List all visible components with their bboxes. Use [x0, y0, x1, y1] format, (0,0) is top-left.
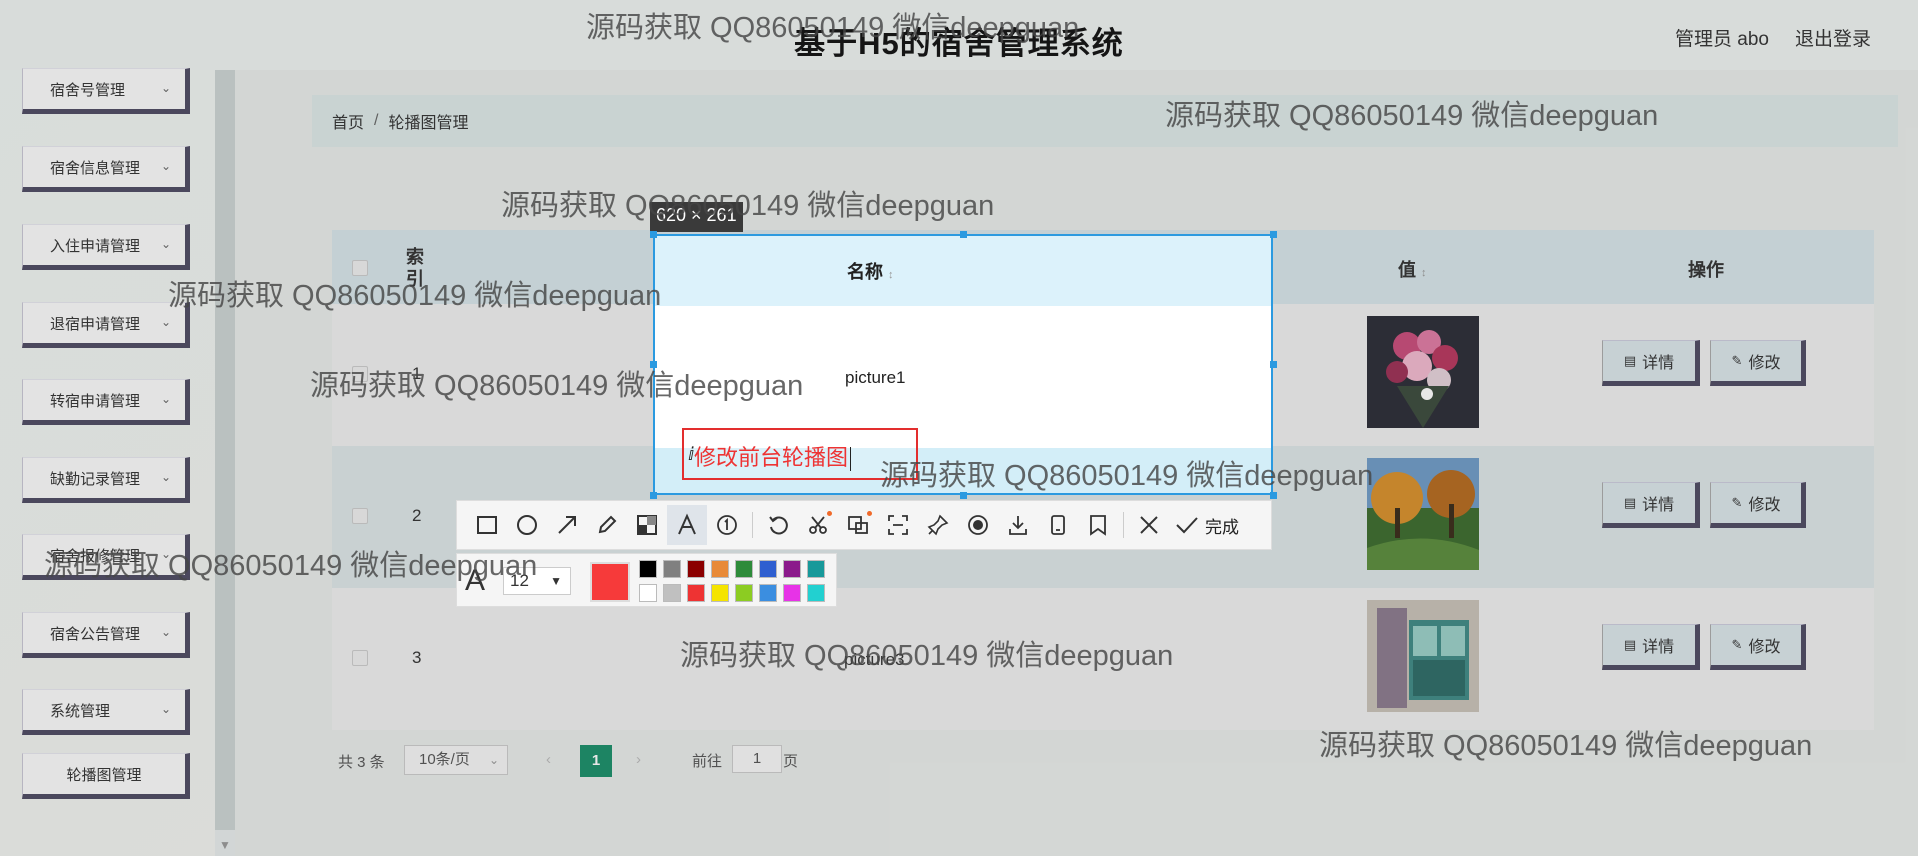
resize-handle[interactable]: [1270, 361, 1277, 368]
toolbar-divider: [1123, 512, 1124, 538]
resize-handle[interactable]: [1270, 231, 1277, 238]
sort-icon[interactable]: ↕: [888, 269, 894, 281]
color-swatch[interactable]: [639, 584, 657, 602]
close-icon[interactable]: [1129, 505, 1169, 545]
watermark: 源码获取 QQ86050149 微信deepguan: [880, 460, 1374, 492]
color-swatch[interactable]: [759, 560, 777, 578]
watermark: 源码获取 QQ86050149 微信deepguan: [310, 370, 804, 402]
text-tool-icon[interactable]: [667, 505, 707, 545]
capture-table-header: 名称 ↕: [655, 236, 1271, 306]
arrow-tool-icon[interactable]: [547, 505, 587, 545]
color-swatch[interactable]: [735, 584, 753, 602]
done-label: 完成: [1205, 517, 1239, 537]
header-name-label: 名称: [847, 262, 883, 282]
color-swatch[interactable]: [711, 560, 729, 578]
color-swatch[interactable]: [663, 560, 681, 578]
color-swatch[interactable]: [687, 560, 705, 578]
cut-icon[interactable]: [798, 505, 838, 545]
rectangle-tool-icon[interactable]: [467, 505, 507, 545]
watermark: 源码获取 QQ86050149 微信deepguan: [44, 550, 538, 582]
caret-down-icon: ▼: [550, 574, 562, 588]
watermark: 源码获取 QQ86050149 微信deepguan: [1165, 100, 1659, 132]
ellipse-tool-icon[interactable]: [507, 505, 547, 545]
watermark: 源码获取 QQ86050149 微信deepguan: [1319, 730, 1813, 762]
color-swatch[interactable]: [783, 560, 801, 578]
text-cursor-icon: ⅈ: [688, 444, 695, 464]
resize-handle[interactable]: [650, 231, 657, 238]
download-icon[interactable]: [998, 505, 1038, 545]
bookmark-icon[interactable]: [1078, 505, 1118, 545]
color-swatch[interactable]: [663, 584, 681, 602]
color-swatch[interactable]: [687, 584, 705, 602]
color-swatch[interactable]: [735, 560, 753, 578]
watermark: 源码获取 QQ86050149 微信deepguan: [168, 280, 662, 312]
mosaic-tool-icon[interactable]: [627, 505, 667, 545]
row-name: picture1: [845, 368, 906, 387]
ocr-icon[interactable]: [838, 505, 878, 545]
resize-handle[interactable]: [960, 231, 967, 238]
color-swatch[interactable]: [711, 584, 729, 602]
current-color-swatch[interactable]: [590, 562, 630, 602]
record-icon[interactable]: [958, 505, 998, 545]
watermark: 源码获取 QQ86050149 微信deepguan: [501, 190, 995, 222]
color-swatch[interactable]: [639, 560, 657, 578]
header-name: 名称 ↕: [847, 258, 894, 284]
check-icon: [1176, 517, 1198, 534]
pin-icon[interactable]: [918, 505, 958, 545]
watermark: 源码获取 QQ86050149 微信deepguan: [586, 12, 1080, 44]
pen-tool-icon[interactable]: [587, 505, 627, 545]
color-swatch[interactable]: [807, 584, 825, 602]
text-caret: [850, 447, 852, 472]
watermark: 源码获取 QQ86050149 微信deepguan: [680, 640, 1174, 672]
number-marker-icon[interactable]: [707, 505, 747, 545]
resize-handle[interactable]: [650, 492, 657, 499]
scan-icon[interactable]: [878, 505, 918, 545]
phone-icon[interactable]: [1038, 505, 1078, 545]
undo-icon[interactable]: [758, 505, 798, 545]
annotation-text: 修改前台轮播图: [694, 445, 849, 470]
toolbar-divider: [752, 512, 753, 538]
color-swatch[interactable]: [783, 584, 801, 602]
color-swatch[interactable]: [807, 560, 825, 578]
color-swatch[interactable]: [759, 584, 777, 602]
done-button[interactable]: 完成: [1175, 513, 1239, 538]
screenshot-toolbar: 完成: [456, 500, 1272, 550]
